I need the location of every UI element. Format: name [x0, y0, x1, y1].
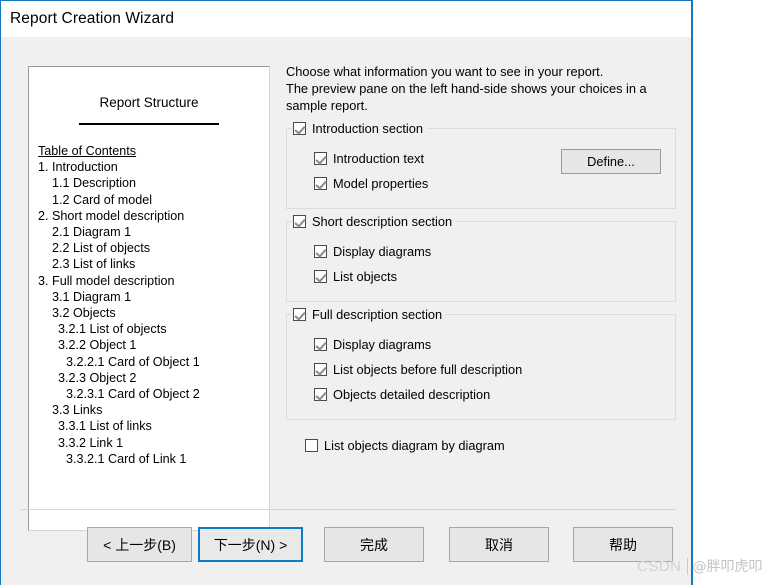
checkbox-icon [314, 338, 327, 351]
toc-heading: Table of Contents [38, 144, 137, 158]
checkbox-icon [293, 215, 306, 228]
checkbox-icon [305, 439, 318, 452]
group-full-description-section: Full description section Display diagram… [286, 306, 676, 420]
toc-entry: 3.3 Links [52, 403, 103, 418]
toc-entry: 1.2 Card of model [52, 192, 153, 207]
preview-title: Report Structure [99, 95, 199, 110]
define-button[interactable]: Define... [561, 149, 661, 174]
group-short-description-section: Short description section Display diagra… [286, 213, 676, 302]
short-description-section-checkbox[interactable]: Short description section [292, 213, 457, 230]
table-of-contents: Table of Contents 1. Introduction 1.1 De… [29, 143, 269, 467]
toc-entry: 3.2.2.1 Card of Object 1 [66, 354, 200, 369]
introduction-section-checkbox[interactable]: Introduction section [292, 120, 427, 137]
checkbox-icon [314, 363, 327, 376]
checkbox-icon [293, 308, 306, 321]
preview-divider [79, 123, 219, 125]
introduction-text-label: Introduction text [333, 151, 425, 166]
short-list-objects-label: List objects [333, 269, 398, 284]
dialog-client-area: Report Structure Table of Contents 1. In… [1, 37, 691, 585]
next-button[interactable]: 下一步(N) > [198, 527, 303, 562]
toc-entry: 3.3.2 Link 1 [58, 435, 124, 450]
instructions-line-1: Choose what information you want to see … [286, 64, 604, 79]
list-objects-before-full-description-checkbox[interactable]: List objects before full description [287, 358, 675, 381]
toc-entry: 1.1 Description [52, 176, 136, 191]
instructions-text: Choose what information you want to see … [286, 63, 676, 114]
list-objects-diagram-by-diagram-label: List objects diagram by diagram [324, 438, 505, 453]
checkbox-icon [314, 177, 327, 190]
window-title: Report Creation Wizard [10, 10, 175, 27]
short-display-diagrams-label: Display diagrams [333, 244, 432, 259]
toc-entry: 3.3.1 List of links [58, 419, 152, 434]
toc-entry: 2.2 List of objects [52, 241, 151, 256]
toc-entry: 3.3.2.1 Card of Link 1 [66, 451, 187, 466]
checkbox-icon [314, 270, 327, 283]
toc-entry: 3.2.1 List of objects [58, 322, 167, 337]
checkbox-icon [314, 152, 327, 165]
toc-entry: 1. Introduction [38, 160, 118, 175]
back-button[interactable]: < 上一步(B) [87, 527, 192, 562]
cancel-button[interactable]: 取消 [449, 527, 549, 562]
full-display-diagrams-label: Display diagrams [333, 337, 432, 352]
watermark-user: @胖叩虎叩 [692, 559, 763, 575]
list-objects-before-full-description-label: List objects before full description [333, 362, 523, 377]
toc-entry: 3.2.3.1 Card of Object 2 [66, 387, 200, 402]
introduction-section-label: Introduction section [312, 121, 423, 136]
finish-button[interactable]: 完成 [324, 527, 424, 562]
instructions-line-3: sample report. [286, 98, 368, 113]
toc-entry: 3.2.3 Object 2 [58, 370, 137, 385]
short-description-section-label: Short description section [312, 214, 453, 229]
model-properties-label: Model properties [333, 176, 429, 191]
footer-separator [21, 509, 676, 510]
options-panel: Choose what information you want to see … [286, 63, 676, 459]
help-button[interactable]: 帮助 [573, 527, 673, 562]
toc-entry: 2. Short model description [38, 208, 185, 223]
toc-entry: 3.2 Objects [52, 306, 116, 321]
wizard-button-bar: < 上一步(B) 下一步(N) > 完成 取消 帮助 [1, 527, 694, 587]
toc-entry: 2.1 Diagram 1 [52, 225, 132, 240]
short-list-objects-checkbox[interactable]: List objects [287, 265, 675, 288]
toc-entry: 3. Full model description [38, 273, 175, 288]
toc-entry: 3.2.2 Object 1 [58, 338, 137, 353]
objects-detailed-description-label: Objects detailed description [333, 387, 491, 402]
toc-entry: 3.1 Diagram 1 [52, 289, 132, 304]
full-description-section-label: Full description section [312, 307, 443, 322]
title-bar: Report Creation Wizard [1, 1, 691, 37]
checkbox-icon [293, 122, 306, 135]
checkbox-icon [314, 388, 327, 401]
full-description-section-checkbox[interactable]: Full description section [292, 306, 447, 323]
full-display-diagrams-checkbox[interactable]: Display diagrams [287, 333, 675, 356]
group-introduction-section: Introduction section Introduction text M… [286, 120, 676, 209]
report-preview-pane: Report Structure Table of Contents 1. In… [28, 66, 270, 531]
instructions-line-2: The preview pane on the left hand-side s… [286, 81, 647, 96]
toc-entry: 2.3 List of links [52, 257, 136, 272]
list-objects-diagram-by-diagram-checkbox[interactable]: List objects diagram by diagram [286, 434, 676, 457]
checkbox-icon [314, 245, 327, 258]
short-display-diagrams-checkbox[interactable]: Display diagrams [287, 240, 675, 263]
model-properties-checkbox[interactable]: Model properties [287, 172, 675, 195]
wizard-window: Report Creation Wizard Report Structure … [0, 0, 693, 585]
objects-detailed-description-checkbox[interactable]: Objects detailed description [287, 383, 675, 406]
